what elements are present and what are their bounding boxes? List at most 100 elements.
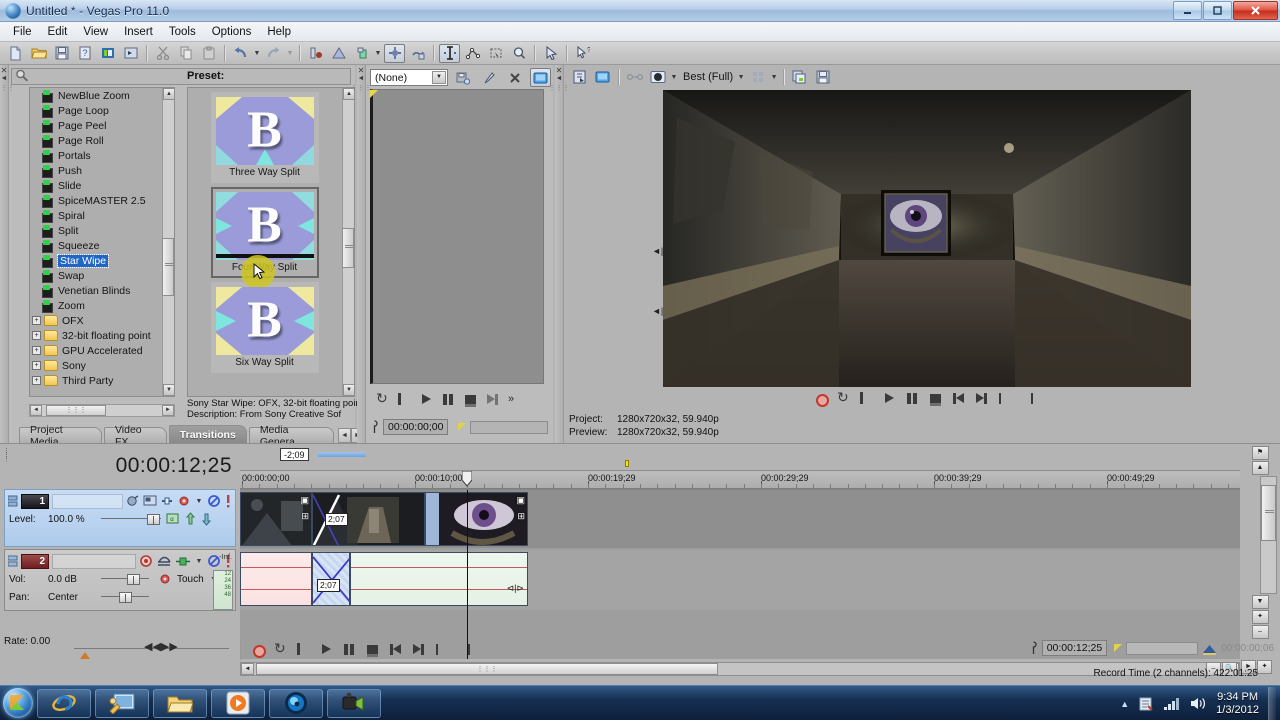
- hscroll-right-arrow[interactable]: ►: [162, 405, 174, 416]
- close-button[interactable]: [1233, 1, 1278, 20]
- taskbar-clock[interactable]: 9:34 PM 1/3/2012: [1216, 691, 1259, 717]
- network-icon[interactable]: [1163, 696, 1181, 711]
- cursor-position-field[interactable]: 00:00:12;25: [1041, 640, 1108, 656]
- tab-prev-button[interactable]: ◄: [338, 428, 351, 443]
- tree-horizontal-scrollbar[interactable]: ◄ ⋮⋮⋮ ►: [29, 404, 175, 417]
- mouse-pointer-icon[interactable]: [540, 44, 561, 63]
- play-icon[interactable]: [420, 393, 433, 406]
- timeline-horizontal-scrollbar[interactable]: ◄ ⋮⋮⋮ ►: [240, 662, 1240, 676]
- preview-quality-dropdown-arrow[interactable]: ▼: [736, 74, 746, 81]
- tree-item-spiral[interactable]: Spiral: [30, 208, 162, 223]
- tree-item-portals[interactable]: Portals: [30, 148, 162, 163]
- tab-project-media[interactable]: Project Media: [19, 424, 102, 448]
- paste-icon[interactable]: [198, 44, 219, 63]
- previous-frame-icon[interactable]: [435, 643, 448, 656]
- expander-icon[interactable]: +: [32, 361, 41, 370]
- play-icon[interactable]: [320, 643, 333, 656]
- clip-3-event-fx-icon[interactable]: ⊞: [517, 511, 525, 522]
- track-name-audio[interactable]: [52, 553, 136, 569]
- record-arm-icon[interactable]: [139, 554, 153, 568]
- tree-vertical-scrollbar[interactable]: ▲ ▼: [162, 88, 174, 396]
- keyframe-timecode[interactable]: 00:00:00;00: [383, 419, 449, 435]
- preview-scale-icon[interactable]: [747, 68, 768, 87]
- tree-item-32-bit-floating-point[interactable]: +32-bit floating point: [30, 328, 162, 343]
- tab-video-fx[interactable]: Video FX: [103, 424, 167, 448]
- overlays-icon[interactable]: [647, 68, 668, 87]
- clip-1-event-pan-crop-icon[interactable]: ▣: [300, 495, 309, 506]
- display-preview-icon[interactable]: [530, 68, 551, 87]
- marker-strip[interactable]: -2;09: [240, 444, 1240, 471]
- next-frame-icon[interactable]: [458, 643, 471, 656]
- tab-media-generators[interactable]: Media Genera: [248, 424, 334, 448]
- menu-insert[interactable]: Insert: [117, 24, 160, 40]
- audio-pan-value[interactable]: Center: [48, 592, 96, 603]
- play-from-start-icon[interactable]: [398, 392, 411, 406]
- selection-edit-tool-icon[interactable]: [485, 44, 506, 63]
- track-header-audio[interactable]: -Inf. 2 ▼ Vol: 0.0 dB Touch ▼: [4, 549, 236, 611]
- preset-item[interactable]: BFour Way Split: [210, 187, 319, 289]
- tree-item-page-loop[interactable]: Page Loop: [30, 103, 162, 118]
- play-icon[interactable]: [883, 392, 896, 405]
- whats-this-icon[interactable]: ?: [572, 44, 593, 63]
- video-clip-3[interactable]: ▣ ⊞: [425, 492, 528, 546]
- undo-icon[interactable]: [230, 44, 251, 63]
- preset-scroll-down-arrow[interactable]: ▼: [343, 384, 354, 396]
- previous-frame-icon[interactable]: [998, 392, 1011, 405]
- go-to-start-icon[interactable]: [389, 643, 402, 656]
- menu-file[interactable]: File: [6, 24, 39, 40]
- audio-pan-fader[interactable]: [101, 592, 149, 603]
- volume-icon[interactable]: [1190, 696, 1207, 711]
- region-badge[interactable]: -2;09: [280, 448, 309, 461]
- go-to-start-icon[interactable]: [952, 392, 965, 405]
- preview-dock-menu-icon[interactable]: ◄: [556, 75, 563, 83]
- auto-ripple-icon[interactable]: [328, 44, 349, 63]
- transitions-dock-grip[interactable]: ✕ ◄ ⋮⋮⋮: [0, 65, 15, 443]
- clip-1-event-fx-icon[interactable]: ⊞: [301, 511, 309, 522]
- loop-icon[interactable]: [274, 640, 287, 657]
- clip-3-event-pan-crop-icon[interactable]: ▣: [516, 495, 525, 506]
- track-header-video[interactable]: 1 ▼ Level: 100.0 % α: [4, 489, 236, 547]
- action-center-icon[interactable]: [1138, 696, 1154, 712]
- new-project-icon[interactable]: [5, 44, 26, 63]
- scroll-down-icon[interactable]: ▼: [1251, 595, 1269, 609]
- transitions-tree[interactable]: NewBlue Zoom Page Loop Page Peel Page Roll P…: [29, 87, 175, 397]
- undo-dropdown-arrow[interactable]: ▼: [252, 50, 262, 57]
- track-number-video[interactable]: 1: [21, 493, 49, 509]
- crossfade-dropdown-arrow[interactable]: ▼: [373, 50, 383, 57]
- automation-settings-icon[interactable]: [158, 572, 172, 586]
- preview-video-frame[interactable]: [663, 90, 1191, 387]
- tree-item-squeeze[interactable]: Squeeze: [30, 238, 162, 253]
- chevron-down-icon[interactable]: ▼: [432, 71, 446, 84]
- save-preset-icon[interactable]: [452, 68, 473, 87]
- tree-item-ofx[interactable]: + OFX: [30, 313, 162, 328]
- track-fx-icon[interactable]: [126, 494, 140, 508]
- track-minimize-icon[interactable]: [8, 494, 18, 508]
- save-snapshot-to-file-icon[interactable]: [812, 68, 833, 87]
- track-motion-icon[interactable]: [143, 494, 157, 508]
- keyframe-canvas[interactable]: [370, 89, 544, 384]
- minimize-button[interactable]: [1173, 1, 1202, 20]
- audio-clip-2[interactable]: ⊲|⊳: [350, 552, 528, 606]
- expander-icon[interactable]: +: [32, 316, 41, 325]
- hscroll-left-arrow[interactable]: ◄: [30, 405, 42, 416]
- media-player-icon[interactable]: [211, 688, 265, 718]
- track-fx-icon[interactable]: [156, 554, 172, 568]
- hscroll-thumb[interactable]: ⋮⋮⋮: [46, 405, 106, 416]
- render-as-icon[interactable]: [97, 44, 118, 63]
- timeline-vertical-scrollbar[interactable]: [1260, 476, 1277, 594]
- tree-item-venetian-blinds[interactable]: Venetian Blinds: [30, 283, 162, 298]
- timeline-tracks[interactable]: ▣ ⊞ 2;07 ▣ ⊞ 2;07 ⊲|⊳: [240, 489, 1240, 659]
- stop-icon[interactable]: [366, 643, 379, 657]
- audio-crossfade-badge[interactable]: 2;07: [317, 579, 340, 592]
- tree-item-newblue-zoom[interactable]: NewBlue Zoom: [30, 88, 162, 103]
- selection-range-bar[interactable]: [1126, 641, 1199, 655]
- preview-device-icon[interactable]: [120, 44, 141, 63]
- mid-dock-grip[interactable]: ✕ ◄ ⋮⋮⋮: [351, 65, 372, 443]
- go-to-end-icon[interactable]: [412, 643, 425, 656]
- region-bar[interactable]: [318, 452, 366, 457]
- video-clip-1[interactable]: ▣ ⊞: [240, 492, 312, 546]
- media-browser-icon[interactable]: [269, 688, 323, 718]
- preset-vertical-scrollbar[interactable]: ▲ ▼: [342, 88, 354, 396]
- copy-snapshot-to-clipboard-icon[interactable]: [789, 68, 810, 87]
- record-icon[interactable]: [251, 643, 266, 658]
